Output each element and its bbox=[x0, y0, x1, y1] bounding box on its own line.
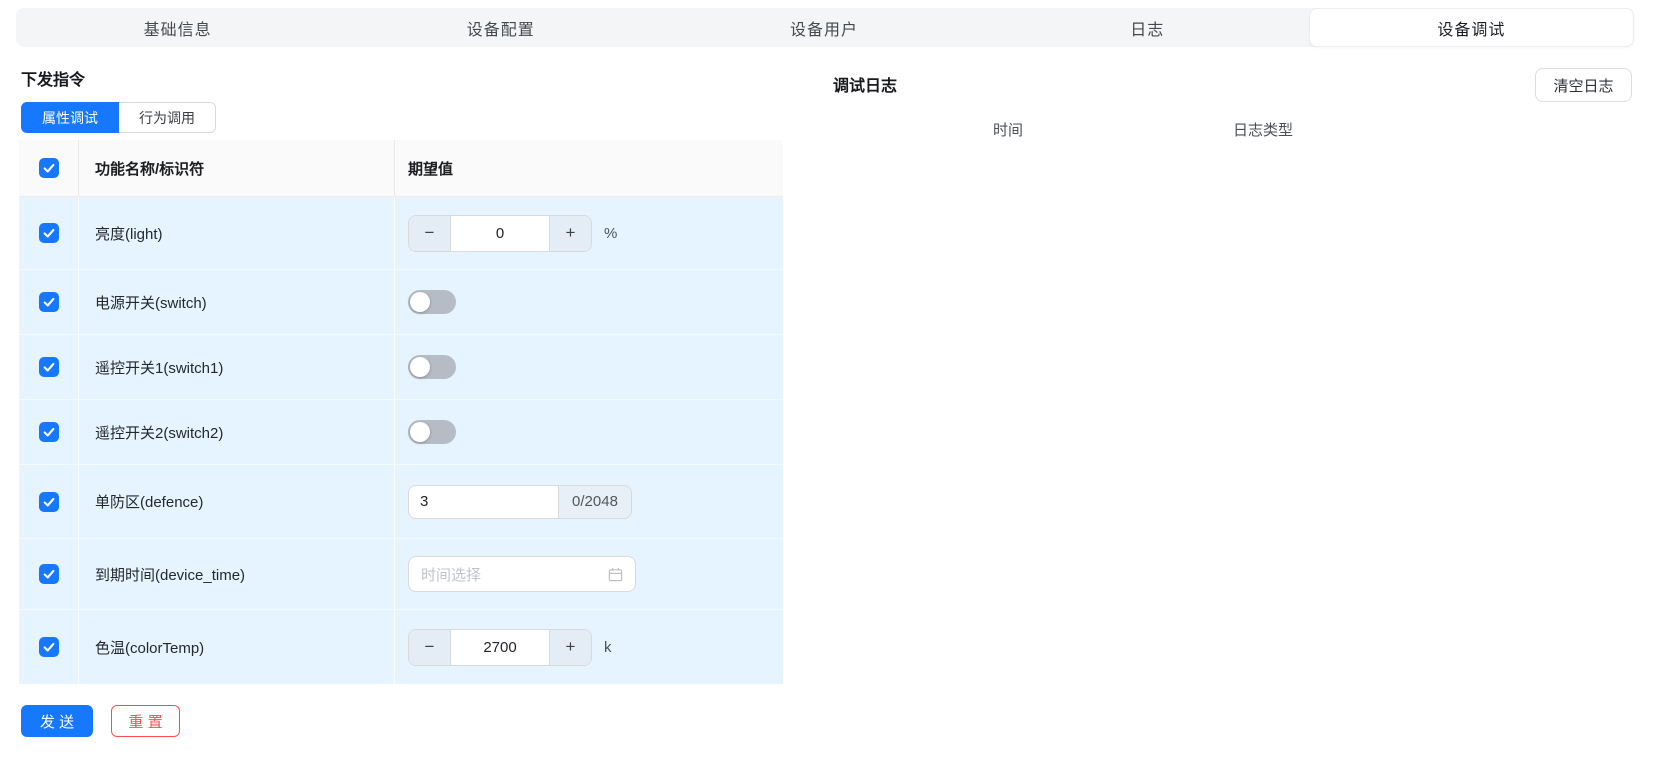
table-header-row: 功能名称/标识符 期望值 bbox=[19, 140, 783, 197]
select-all-checkbox[interactable] bbox=[39, 158, 59, 178]
remote-switch1-toggle[interactable] bbox=[408, 355, 456, 379]
tab-property-debug[interactable]: 属性调试 bbox=[21, 102, 119, 133]
date-placeholder: 时间选择 bbox=[421, 564, 481, 585]
tab-action-invoke[interactable]: 行为调用 bbox=[119, 102, 216, 133]
minus-button[interactable]: − bbox=[409, 216, 451, 251]
send-button[interactable]: 发 送 bbox=[21, 705, 93, 737]
log-column-type: 日志类型 bbox=[1233, 119, 1293, 140]
tab-device-debug[interactable]: 设备调试 bbox=[1309, 8, 1634, 47]
row-label: 色温(colorTemp) bbox=[95, 637, 204, 658]
plus-button[interactable]: + bbox=[549, 216, 591, 251]
minus-icon: − bbox=[425, 223, 435, 243]
table-row: 亮度(light) − + % bbox=[19, 197, 783, 270]
row-label: 单防区(defence) bbox=[95, 491, 203, 512]
check-icon bbox=[42, 495, 56, 509]
brightness-input[interactable] bbox=[451, 216, 549, 251]
tab-logs[interactable]: 日志 bbox=[986, 8, 1309, 47]
check-icon bbox=[42, 295, 56, 309]
row-label: 亮度(light) bbox=[95, 223, 163, 244]
row-checkbox[interactable] bbox=[39, 223, 59, 243]
debug-mode-switcher: 属性调试 行为调用 bbox=[21, 102, 216, 133]
table-row: 色温(colorTemp) − + k bbox=[19, 610, 783, 684]
log-column-time: 时间 bbox=[993, 119, 1023, 140]
unit-label: % bbox=[604, 225, 617, 242]
check-icon bbox=[42, 567, 56, 581]
reset-button[interactable]: 重 置 bbox=[111, 705, 180, 737]
row-label: 到期时间(device_time) bbox=[95, 564, 245, 585]
device-debug-page: 基础信息 设备配置 设备用户 日志 设备调试 下发指令 属性调试 行为调用 功能… bbox=[0, 0, 1658, 761]
row-label: 遥控开关2(switch2) bbox=[95, 422, 223, 443]
check-icon bbox=[42, 360, 56, 374]
brightness-stepper: − + bbox=[408, 215, 592, 252]
check-icon bbox=[42, 226, 56, 240]
defence-input-group: 0/2048 bbox=[408, 485, 632, 519]
minus-icon: − bbox=[425, 637, 435, 657]
table-row: 遥控开关1(switch1) bbox=[19, 335, 783, 400]
column-header-name: 功能名称/标识符 bbox=[95, 158, 204, 179]
device-time-picker[interactable]: 时间选择 bbox=[408, 556, 636, 592]
row-checkbox[interactable] bbox=[39, 292, 59, 312]
color-temp-input[interactable] bbox=[451, 630, 549, 665]
toggle-knob bbox=[410, 422, 430, 442]
toggle-knob bbox=[410, 292, 430, 312]
plus-button[interactable]: + bbox=[549, 630, 591, 665]
log-panel-title: 调试日志 bbox=[833, 72, 897, 96]
row-label: 电源开关(switch) bbox=[95, 292, 207, 313]
char-counter: 0/2048 bbox=[559, 486, 631, 518]
calendar-icon bbox=[608, 567, 623, 582]
clear-logs-button[interactable]: 清空日志 bbox=[1535, 68, 1632, 102]
row-checkbox[interactable] bbox=[39, 492, 59, 512]
defence-input[interactable] bbox=[409, 486, 559, 518]
row-checkbox[interactable] bbox=[39, 422, 59, 442]
column-header-value: 期望值 bbox=[408, 158, 453, 179]
tab-device-users[interactable]: 设备用户 bbox=[662, 8, 985, 47]
check-icon bbox=[42, 161, 56, 175]
command-panel-title: 下发指令 bbox=[21, 66, 85, 90]
unit-label: k bbox=[604, 639, 612, 656]
table-row: 到期时间(device_time) 时间选择 bbox=[19, 539, 783, 610]
table-row: 单防区(defence) 0/2048 bbox=[19, 465, 783, 539]
command-actions: 发 送 重 置 bbox=[21, 705, 180, 737]
tab-basic-info[interactable]: 基础信息 bbox=[16, 8, 339, 47]
row-checkbox[interactable] bbox=[39, 357, 59, 377]
remote-switch2-toggle[interactable] bbox=[408, 420, 456, 444]
row-checkbox[interactable] bbox=[39, 564, 59, 584]
property-table: 功能名称/标识符 期望值 亮度(light) − + % bbox=[19, 140, 783, 684]
check-icon bbox=[42, 425, 56, 439]
tab-device-config[interactable]: 设备配置 bbox=[339, 8, 662, 47]
top-tabbar: 基础信息 设备配置 设备用户 日志 设备调试 bbox=[16, 8, 1634, 47]
minus-button[interactable]: − bbox=[409, 630, 451, 665]
check-icon bbox=[42, 640, 56, 654]
table-row: 电源开关(switch) bbox=[19, 270, 783, 335]
toggle-knob bbox=[410, 357, 430, 377]
row-checkbox[interactable] bbox=[39, 637, 59, 657]
power-switch-toggle[interactable] bbox=[408, 290, 456, 314]
plus-icon: + bbox=[566, 637, 576, 657]
color-temp-stepper: − + bbox=[408, 629, 592, 666]
table-row: 遥控开关2(switch2) bbox=[19, 400, 783, 465]
plus-icon: + bbox=[566, 223, 576, 243]
row-label: 遥控开关1(switch1) bbox=[95, 357, 223, 378]
